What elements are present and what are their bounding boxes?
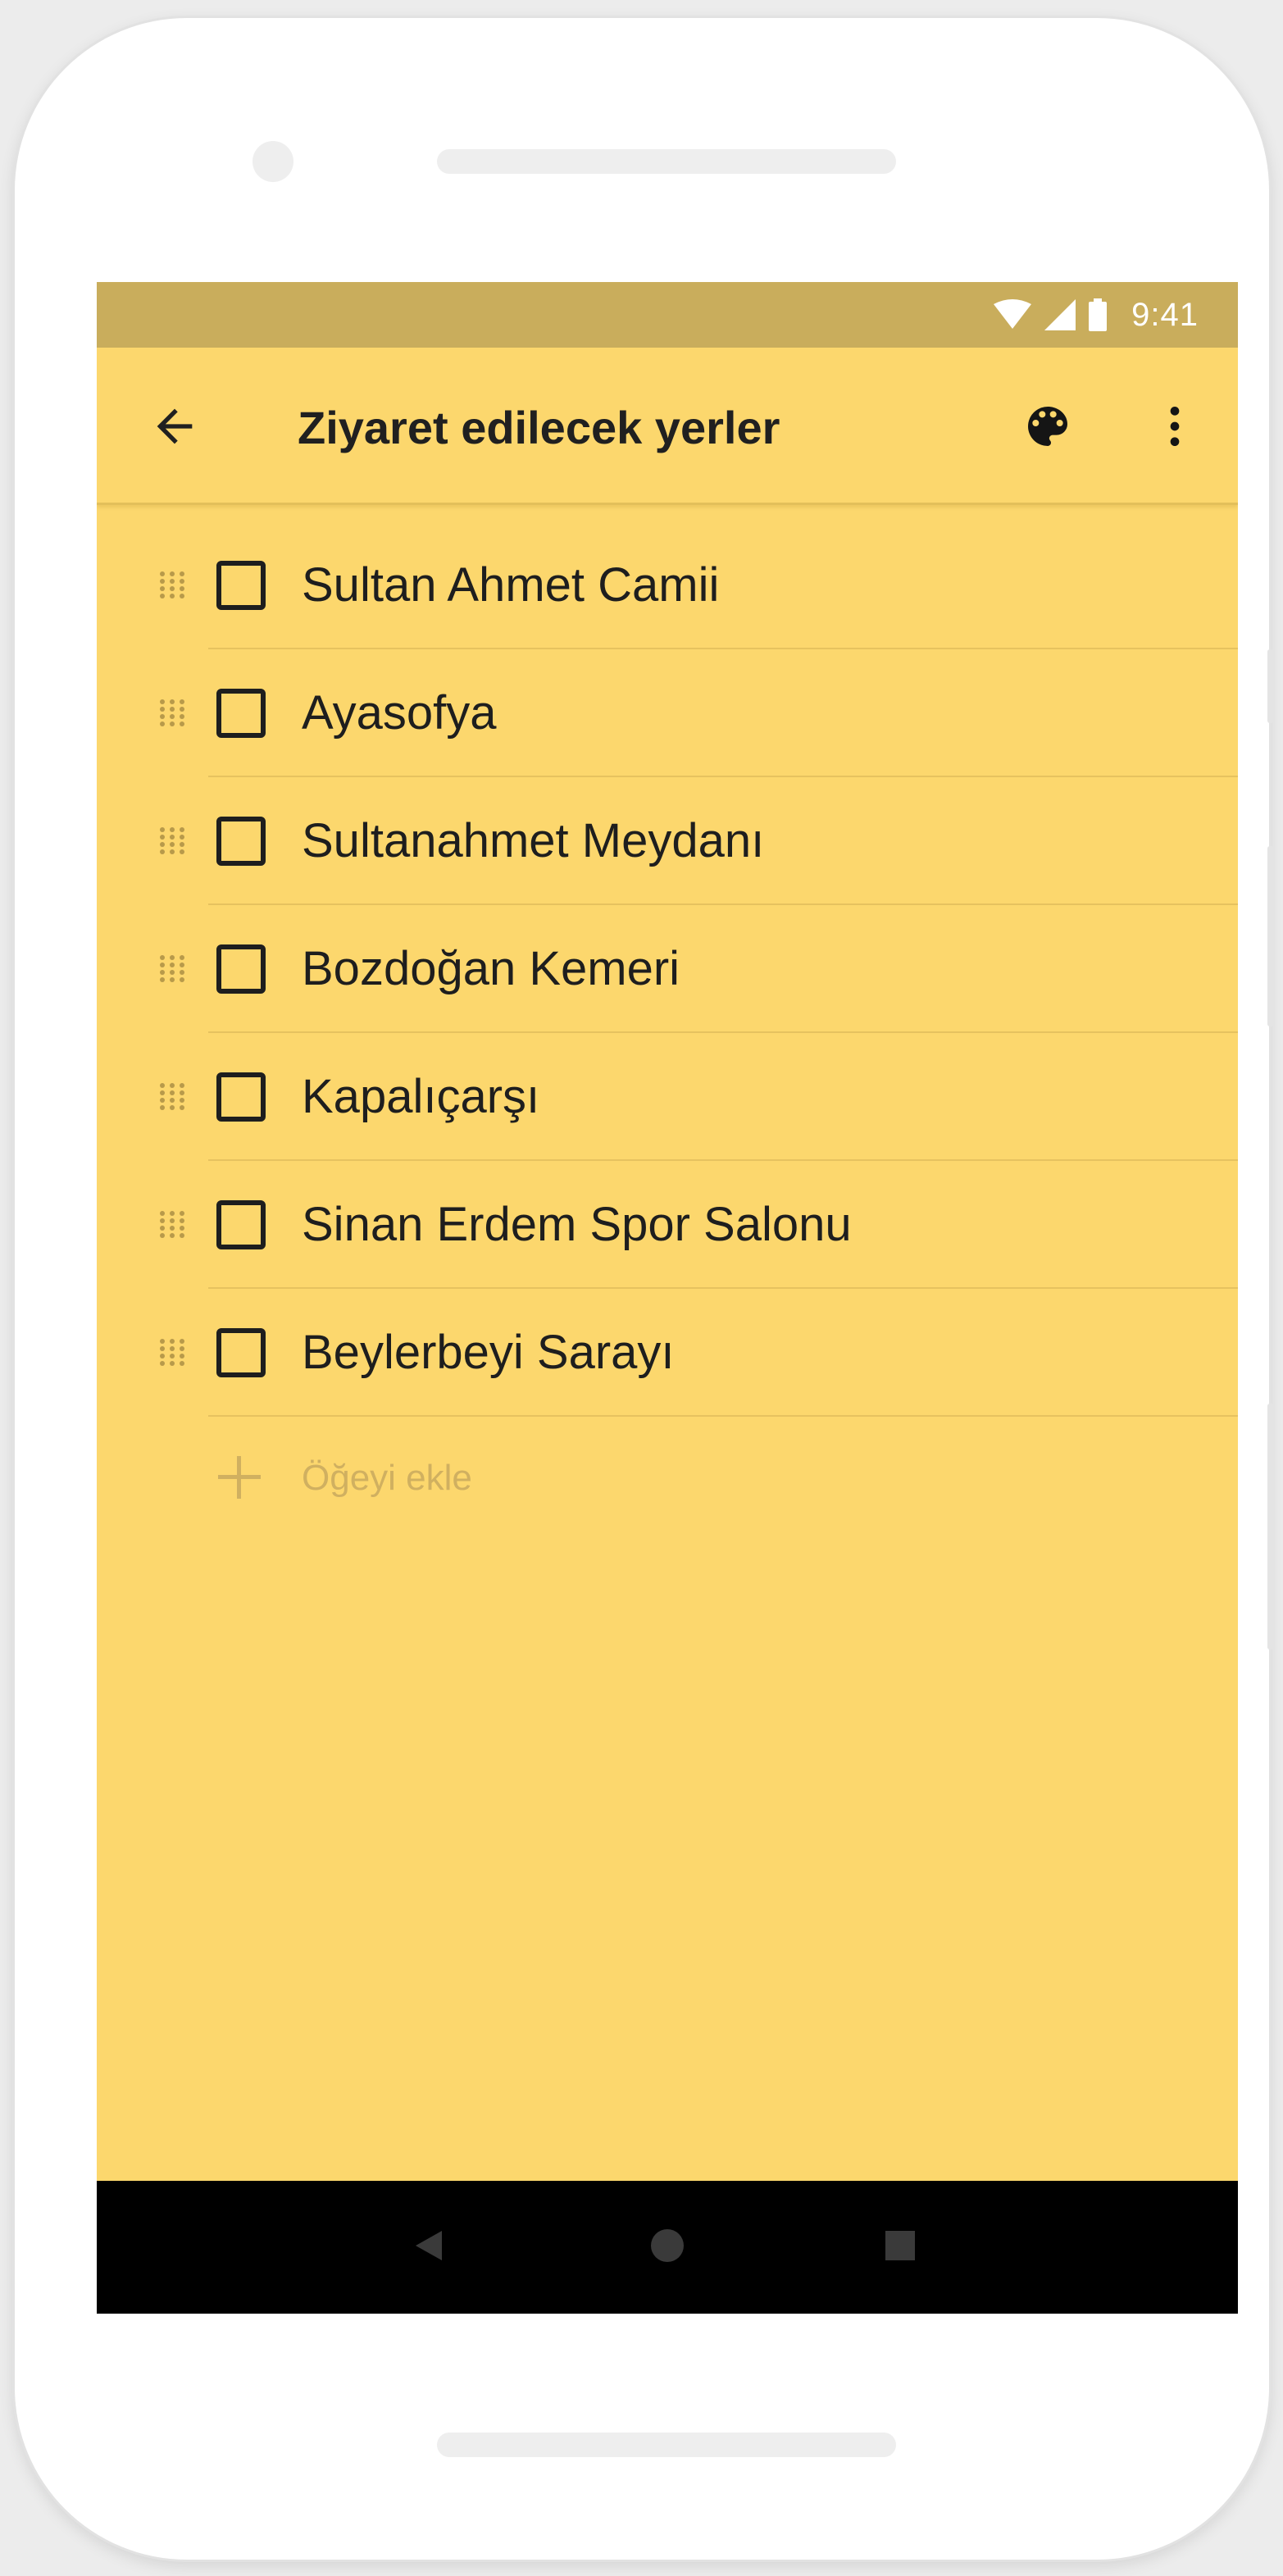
nav-recents-button[interactable] — [867, 2214, 933, 2280]
drag-handle-icon[interactable] — [157, 825, 187, 858]
plus-icon — [215, 1453, 264, 1502]
checklist-item: Kapalıçarşı — [97, 1033, 1238, 1161]
app-screen: 9:41 Ziyaret edilecek yerler Sultan Ahme… — [97, 282, 1238, 2314]
checklist: Sultan Ahmet Camii Ayasofya Sultanahmet … — [97, 521, 1238, 1540]
drag-handle-icon[interactable] — [157, 1208, 187, 1241]
more-vertical-icon — [1149, 400, 1201, 457]
item-checkbox[interactable] — [216, 1200, 266, 1249]
more-options-button[interactable] — [1142, 395, 1208, 461]
arrow-back-icon — [148, 400, 201, 457]
item-checkbox[interactable] — [216, 1072, 266, 1122]
checklist-item: Sultan Ahmet Camii — [97, 521, 1238, 649]
checklist-item: Sinan Erdem Spor Salonu — [97, 1161, 1238, 1289]
palette-icon — [1021, 400, 1074, 457]
bottom-speaker — [437, 2433, 896, 2457]
earpiece-speaker — [437, 149, 896, 174]
nav-back-button[interactable] — [396, 2214, 462, 2280]
drag-handle-icon[interactable] — [157, 569, 187, 602]
checklist-item: Sultanahmet Meydanı — [97, 777, 1238, 905]
cellular-signal-icon — [1044, 299, 1076, 330]
item-label[interactable]: Ayasofya — [302, 649, 497, 777]
checklist-item: Ayasofya — [97, 649, 1238, 777]
note-title[interactable]: Ziyaret edilecek yerler — [298, 395, 780, 461]
nav-home-button[interactable] — [635, 2214, 700, 2280]
item-label[interactable]: Kapalıçarşı — [302, 1033, 539, 1161]
item-label[interactable]: Sultanahmet Meydanı — [302, 777, 764, 905]
back-button[interactable] — [142, 395, 207, 461]
front-camera — [253, 141, 293, 182]
item-checkbox[interactable] — [216, 689, 266, 738]
drag-handle-icon[interactable] — [157, 1336, 187, 1369]
drag-handle-icon[interactable] — [157, 697, 187, 730]
item-label[interactable]: Bozdoğan Kemeri — [302, 905, 680, 1033]
item-checkbox[interactable] — [216, 1328, 266, 1377]
navigation-bar — [97, 2181, 1238, 2314]
status-time: 9:41 — [1131, 296, 1199, 333]
item-checkbox[interactable] — [216, 561, 266, 610]
drag-handle-icon[interactable] — [157, 1081, 187, 1113]
add-item-placeholder[interactable]: Öğeyi ekle — [302, 1417, 472, 1540]
status-bar: 9:41 — [97, 282, 1238, 348]
add-item-row[interactable]: Öğeyi ekle — [97, 1417, 1238, 1540]
drag-handle-icon[interactable] — [157, 953, 187, 985]
volume-button — [1267, 846, 1274, 1026]
wifi-icon — [994, 299, 1032, 330]
app-toolbar: Ziyaret edilecek yerler — [97, 348, 1238, 505]
nav-back-icon — [412, 2229, 445, 2266]
item-checkbox[interactable] — [216, 944, 266, 994]
nav-recents-icon — [884, 2229, 917, 2266]
checklist-item: Beylerbeyi Sarayı — [97, 1289, 1238, 1417]
nav-home-icon — [649, 2228, 685, 2268]
item-label[interactable]: Sinan Erdem Spor Salonu — [302, 1161, 852, 1289]
power-button — [1267, 1404, 1274, 1650]
item-label[interactable]: Beylerbeyi Sarayı — [302, 1289, 675, 1417]
side-button-top — [1267, 649, 1274, 723]
item-checkbox[interactable] — [216, 817, 266, 866]
item-label[interactable]: Sultan Ahmet Camii — [302, 521, 719, 649]
phone-frame: 9:41 Ziyaret edilecek yerler Sultan Ahme… — [15, 18, 1274, 2560]
color-palette-button[interactable] — [1015, 395, 1081, 461]
battery-icon — [1089, 298, 1108, 331]
checklist-item: Bozdoğan Kemeri — [97, 905, 1238, 1033]
